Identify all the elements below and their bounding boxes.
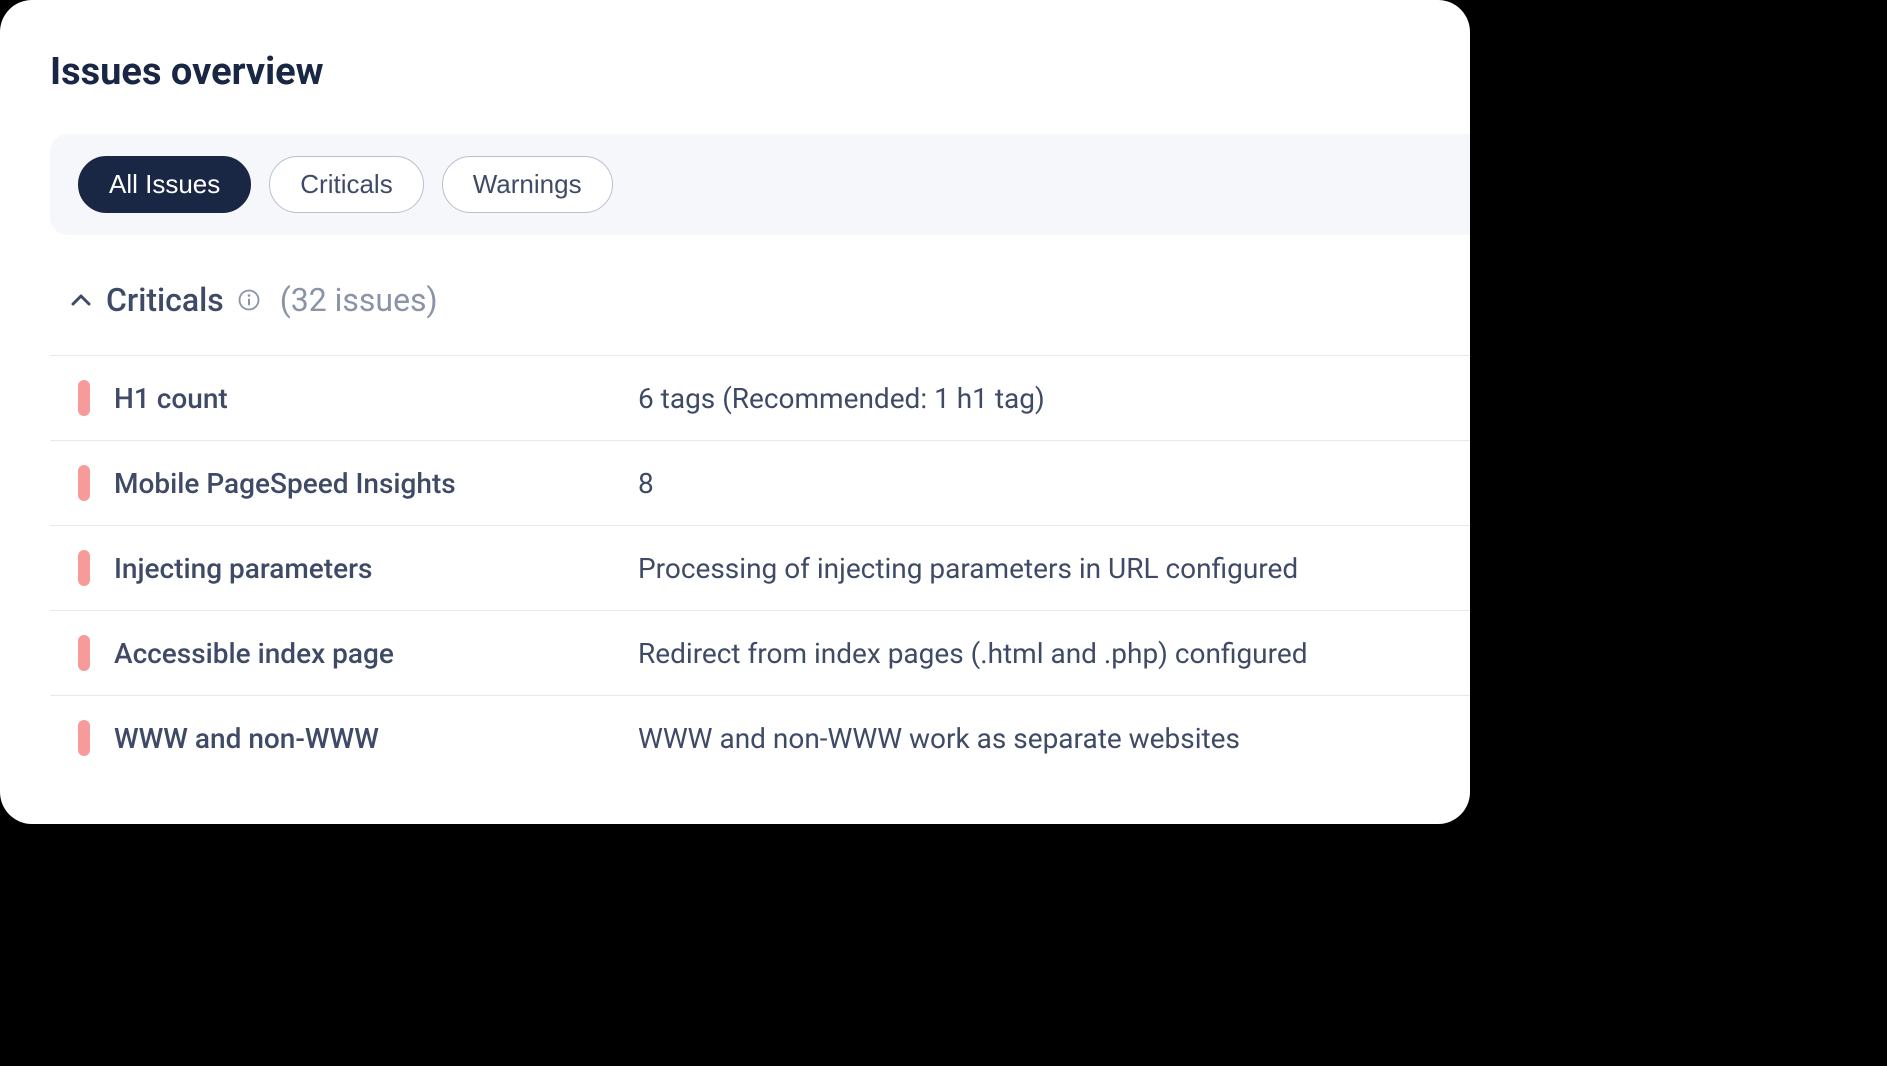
page-title: Issues overview [50, 50, 1470, 94]
filter-all-issues[interactable]: All Issues [78, 156, 251, 213]
critical-marker-icon [78, 380, 90, 416]
issue-value: 6 tags (Recommended: 1 h1 tag) [638, 382, 1045, 415]
filter-warnings[interactable]: Warnings [442, 156, 613, 213]
chevron-up-icon[interactable] [70, 289, 92, 311]
info-icon[interactable] [238, 289, 260, 311]
section-title: Criticals [106, 281, 224, 319]
critical-marker-icon [78, 720, 90, 756]
filter-criticals[interactable]: Criticals [269, 156, 423, 213]
issue-name: WWW and non-WWW [114, 722, 614, 755]
issue-row[interactable]: Injecting parameters Processing of injec… [50, 525, 1470, 610]
filter-bar: All Issues Criticals Warnings [50, 134, 1470, 235]
issue-name: H1 count [114, 382, 614, 415]
issue-value: 8 [638, 467, 654, 500]
issue-name: Accessible index page [114, 637, 614, 670]
issue-row[interactable]: WWW and non-WWW WWW and non-WWW work as … [50, 695, 1470, 780]
issues-overview-card: Issues overview All Issues Criticals War… [0, 0, 1470, 824]
issue-name: Injecting parameters [114, 552, 614, 585]
critical-marker-icon [78, 465, 90, 501]
issue-value: WWW and non-WWW work as separate website… [638, 722, 1240, 755]
critical-marker-icon [78, 550, 90, 586]
critical-marker-icon [78, 635, 90, 671]
issue-row[interactable]: Accessible index page Redirect from inde… [50, 610, 1470, 695]
issue-value: Redirect from index pages (.html and .ph… [638, 637, 1307, 670]
issue-name: Mobile PageSpeed Insights [114, 467, 614, 500]
issue-row[interactable]: H1 count 6 tags (Recommended: 1 h1 tag) [50, 355, 1470, 440]
criticals-section-header[interactable]: Criticals (32 issues) [70, 281, 1470, 319]
section-count: (32 issues) [280, 281, 438, 319]
issue-value: Processing of injecting parameters in UR… [638, 552, 1298, 585]
issue-row[interactable]: Mobile PageSpeed Insights 8 [50, 440, 1470, 525]
issue-list: H1 count 6 tags (Recommended: 1 h1 tag) … [50, 355, 1470, 780]
